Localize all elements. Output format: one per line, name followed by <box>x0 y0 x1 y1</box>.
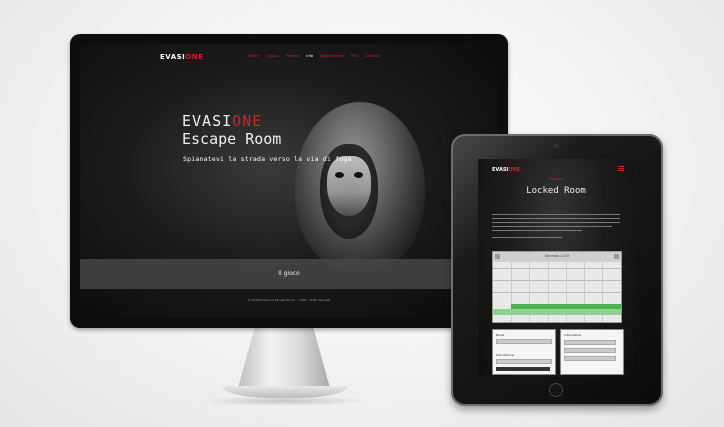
hero-title: Escape Room <box>182 130 282 148</box>
mask-eye-left <box>335 172 344 178</box>
nav-item-info[interactable]: Info <box>306 54 313 58</box>
hero-brand-accent: ONE <box>232 112 263 130</box>
description-line <box>492 218 620 220</box>
hero-brand-main: EVASI <box>182 112 233 130</box>
ipad-screen: EVASIONE Prenota Locked Room Gennaio 201… <box>478 159 634 377</box>
nav-item-prenota[interactable]: Prenota <box>285 54 299 58</box>
name-field[interactable] <box>496 339 552 344</box>
form-label: Nome <box>496 333 505 337</box>
nav-item-faq[interactable]: FAQ <box>351 54 358 58</box>
description-line <box>492 237 562 239</box>
description-line <box>492 222 620 224</box>
form-label: Informazioni <box>564 333 582 337</box>
ipad-home-button[interactable] <box>549 383 563 397</box>
info-field[interactable] <box>564 340 616 345</box>
nav-item-regolamento[interactable]: Regolamento <box>320 54 344 58</box>
hero-brand: EVASIONE <box>182 112 262 130</box>
room-subtitle: Prenota <box>549 177 563 181</box>
description-line <box>492 214 620 216</box>
form-label: Prenotazione <box>496 353 515 357</box>
imac-screen: EVASIONE Home Il gioco Prenota Info Rego… <box>80 44 498 318</box>
nav-item-gioco[interactable]: Il gioco <box>266 54 279 58</box>
info-form: Informazioni <box>560 329 624 375</box>
calendar-selected-row[interactable] <box>493 309 621 315</box>
booking-field[interactable] <box>496 359 552 364</box>
booking-calendar[interactable]: Gennaio 2019 <box>492 251 622 323</box>
logo-accent: ONE <box>185 53 204 61</box>
ipad-camera <box>554 144 558 148</box>
nav-item-contatti[interactable]: Contatti <box>365 54 379 58</box>
hero-figure-mask <box>327 156 371 216</box>
il-gioco-button[interactable]: Il gioco <box>80 270 498 277</box>
mobile-logo-accent: ONE <box>508 167 521 173</box>
room-title: Locked Room <box>526 186 586 196</box>
imac-stand <box>238 328 330 388</box>
nav-menu: Home Il gioco Prenota Info Regolamento F… <box>248 54 379 58</box>
mask-eye-right <box>354 172 363 178</box>
nav-item-home[interactable]: Home <box>248 54 259 58</box>
submit-button[interactable] <box>496 367 550 371</box>
booking-form: Nome Prenotazione <box>492 329 556 375</box>
calendar-title: Gennaio 2019 <box>544 254 570 258</box>
mobile-logo-text: EVASI <box>492 167 509 173</box>
site-logo[interactable]: EVASIONE <box>160 53 203 61</box>
site-footer: © 2018 Evasione Escape Room — tutti i di… <box>247 298 331 302</box>
description-line <box>492 230 582 232</box>
logo-text: EVASI <box>160 53 186 61</box>
calendar-next-button[interactable] <box>614 254 619 259</box>
hero-tagline: Spianatevi la strada verso la via di fug… <box>183 155 352 163</box>
mobile-logo[interactable]: EVASIONE <box>492 167 520 173</box>
info-field[interactable] <box>564 356 616 361</box>
description-line <box>492 226 612 228</box>
hamburger-menu-icon[interactable] <box>618 166 624 167</box>
info-field[interactable] <box>564 348 616 353</box>
site-navbar: EVASIONE Home Il gioco Prenota Info Rego… <box>80 44 498 70</box>
